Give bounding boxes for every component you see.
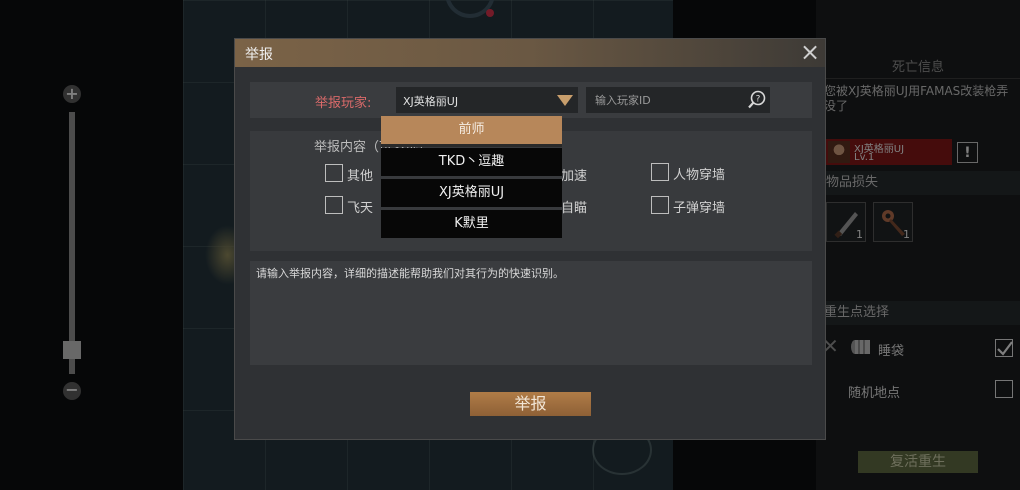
- option-aimbot-label: 自瞄: [561, 201, 588, 216]
- option-wall-clip-label: 人物穿墙: [673, 168, 726, 183]
- dropdown-item[interactable]: K默里: [381, 210, 562, 238]
- player-select-value: XJ英格丽UJ: [403, 95, 459, 108]
- option-speedhack-label: 加速: [561, 169, 588, 184]
- option-fly-label: 飞天: [347, 201, 374, 216]
- close-button[interactable]: ×: [799, 40, 821, 64]
- player-label: 举报玩家:: [315, 96, 372, 111]
- option-other-label: 其他: [347, 169, 374, 184]
- description-textarea[interactable]: 请输入举报内容，详细的描述能帮助我们对其行为的快速识别。: [250, 261, 812, 365]
- player-row: 举报玩家: XJ英格丽UJ ?: [250, 82, 812, 118]
- dropdown-item[interactable]: TKD丶逗趣: [381, 148, 562, 176]
- checkbox-wall-clip[interactable]: [651, 163, 669, 181]
- player-select[interactable]: XJ英格丽UJ: [396, 87, 578, 113]
- search-icon[interactable]: ?: [747, 90, 767, 110]
- game-screen: + − 死亡信息 您被XJ英格丽UJ用FAMAS改装枪弄没了 XJ英格丽UJ L…: [0, 0, 1020, 490]
- description-placeholder: 请输入举报内容，详细的描述能帮助我们对其行为的快速识别。: [256, 267, 564, 280]
- dropdown-item[interactable]: XJ英格丽UJ: [381, 179, 562, 207]
- chevron-down-icon[interactable]: [557, 95, 573, 106]
- submit-report-button[interactable]: 举报: [470, 392, 591, 416]
- checkbox-other[interactable]: [325, 164, 343, 182]
- svg-text:?: ?: [756, 95, 761, 105]
- checkbox-fly[interactable]: [325, 196, 343, 214]
- player-id-input[interactable]: [586, 87, 770, 113]
- dialog-header: 举报 ×: [235, 39, 825, 67]
- report-dialog: 举报 × 举报玩家: XJ英格丽UJ ? 举报内容（可多选） 其他 加速 人物穿…: [234, 38, 826, 440]
- divider: [381, 144, 562, 147]
- dropdown-item[interactable]: 前师: [381, 116, 562, 144]
- option-bullet-wall-label: 子弹穿墙: [673, 201, 726, 216]
- dialog-title: 举报: [245, 47, 273, 63]
- checkbox-bullet-through-wall[interactable]: [651, 196, 669, 214]
